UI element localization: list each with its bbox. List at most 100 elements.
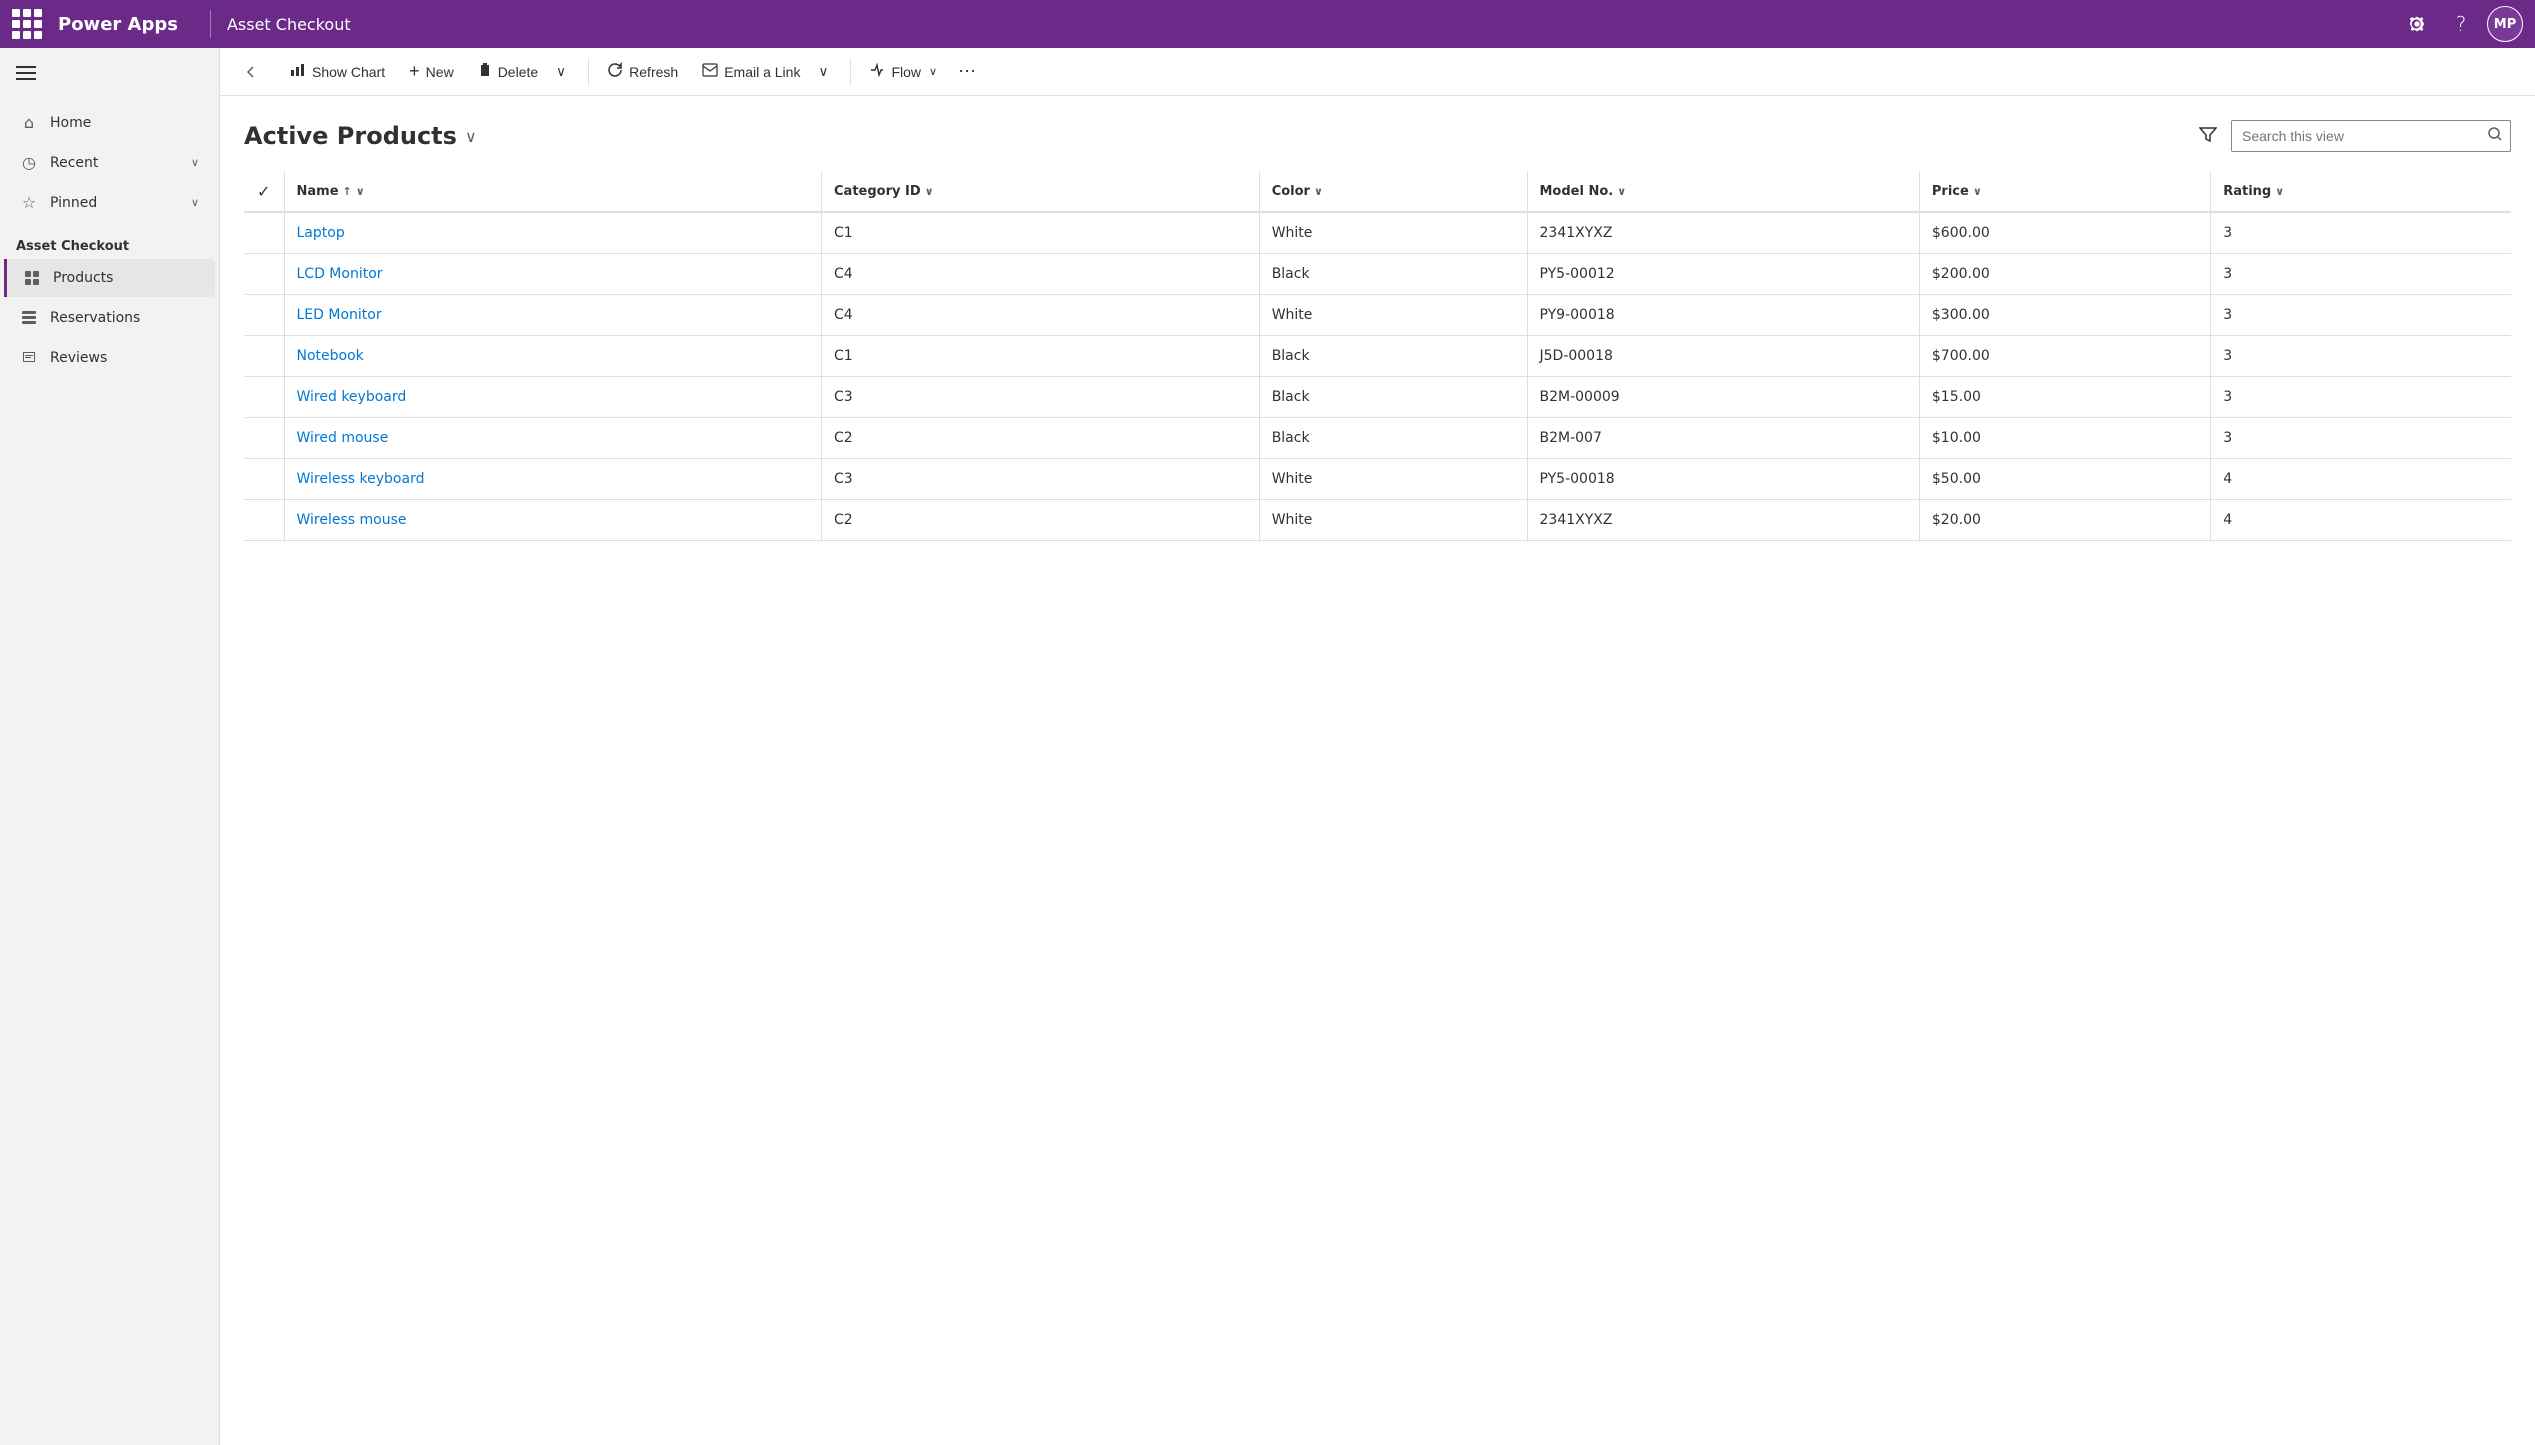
row-name-3[interactable]: Notebook — [284, 336, 822, 377]
row-price-1: $200.00 — [1919, 254, 2210, 295]
row-checkbox-2[interactable] — [244, 295, 284, 336]
sidebar-item-pinned[interactable]: ☆ Pinned ∨ — [4, 183, 215, 222]
back-button[interactable] — [236, 56, 268, 88]
select-all-checkbox[interactable]: ✓ — [257, 182, 270, 201]
email-dropdown-button[interactable]: ∨ — [814, 56, 842, 88]
row-color-6: White — [1259, 459, 1527, 500]
new-button[interactable]: + New — [399, 55, 464, 88]
show-chart-button[interactable]: Show Chart — [280, 56, 395, 88]
products-table: ✓ Name ↑ ∨ Category ID — [244, 172, 2511, 541]
view-content: Active Products ∨ — [220, 96, 2535, 1445]
flow-button[interactable]: Flow ∨ — [859, 56, 947, 88]
show-chart-label: Show Chart — [312, 64, 385, 80]
delete-button[interactable]: Delete — [468, 56, 548, 88]
table-row: Wireless mouse C2 White 2341XYXZ $20.00 … — [244, 500, 2511, 541]
model-chevron-icon[interactable]: ∨ — [1617, 185, 1626, 198]
delete-icon — [478, 62, 492, 82]
products-icon — [23, 269, 41, 287]
row-name-6[interactable]: Wireless keyboard — [284, 459, 822, 500]
sidebar-item-reviews-label: Reviews — [50, 350, 107, 366]
price-chevron-icon[interactable]: ∨ — [1973, 185, 1982, 198]
search-icon[interactable] — [2480, 127, 2510, 145]
row-checkbox-4[interactable] — [244, 377, 284, 418]
sidebar-item-home-label: Home — [50, 115, 91, 131]
view-title: Active Products — [244, 122, 457, 150]
column-header-rating[interactable]: Rating ∨ — [2211, 172, 2511, 212]
row-name-0[interactable]: Laptop — [284, 212, 822, 254]
topbar-right: ? MP — [2399, 6, 2523, 42]
column-header-model-no[interactable]: Model No. ∨ — [1527, 172, 1919, 212]
row-checkbox-7[interactable] — [244, 500, 284, 541]
sidebar-nav: ⌂ Home ◷ Recent ∨ ☆ Pinned ∨ — [0, 98, 219, 227]
checkbox-column-header[interactable]: ✓ — [244, 172, 284, 212]
row-checkbox-6[interactable] — [244, 459, 284, 500]
sidebar-item-recent-label: Recent — [50, 155, 98, 171]
name-chevron-icon[interactable]: ∨ — [356, 185, 365, 198]
row-color-4: Black — [1259, 377, 1527, 418]
column-header-color[interactable]: Color ∨ — [1259, 172, 1527, 212]
color-chevron-icon[interactable]: ∨ — [1314, 185, 1323, 198]
row-model-3: J5D-00018 — [1527, 336, 1919, 377]
row-checkbox-1[interactable] — [244, 254, 284, 295]
search-input[interactable] — [2232, 128, 2480, 144]
row-color-3: Black — [1259, 336, 1527, 377]
help-icon[interactable]: ? — [2443, 6, 2479, 42]
row-color-7: White — [1259, 500, 1527, 541]
more-button[interactable]: ⋯ — [951, 56, 983, 88]
row-name-2[interactable]: LED Monitor — [284, 295, 822, 336]
row-model-6: PY5-00018 — [1527, 459, 1919, 500]
column-header-price[interactable]: Price ∨ — [1919, 172, 2210, 212]
sidebar: ⌂ Home ◷ Recent ∨ ☆ Pinned ∨ Asset Check… — [0, 48, 220, 1445]
row-checkbox-3[interactable] — [244, 336, 284, 377]
row-name-4[interactable]: Wired keyboard — [284, 377, 822, 418]
row-model-5: B2M-007 — [1527, 418, 1919, 459]
top-bar: Power Apps Asset Checkout ? MP — [0, 0, 2535, 48]
row-category-3: C1 — [822, 336, 1260, 377]
email-link-button[interactable]: Email a Link — [692, 57, 810, 87]
apps-grid-icon[interactable] — [12, 9, 42, 39]
column-color-label: Color — [1272, 184, 1310, 199]
column-header-name[interactable]: Name ↑ ∨ — [284, 172, 822, 212]
row-color-0: White — [1259, 212, 1527, 254]
row-price-0: $600.00 — [1919, 212, 2210, 254]
view-title-chevron-icon[interactable]: ∨ — [465, 127, 477, 146]
cmd-divider-2 — [850, 58, 851, 86]
row-price-2: $300.00 — [1919, 295, 2210, 336]
flow-label: Flow — [891, 64, 921, 80]
sidebar-item-home[interactable]: ⌂ Home — [4, 103, 215, 142]
view-header-right — [2195, 120, 2511, 152]
sidebar-item-reservations[interactable]: Reservations — [4, 299, 215, 337]
table-row: LED Monitor C4 White PY9-00018 $300.00 3 — [244, 295, 2511, 336]
row-checkbox-0[interactable] — [244, 212, 284, 254]
delete-dropdown-button[interactable]: ∨ — [552, 56, 580, 88]
row-category-6: C3 — [822, 459, 1260, 500]
table-row: Wireless keyboard C3 White PY5-00018 $50… — [244, 459, 2511, 500]
brand-name[interactable]: Power Apps — [58, 14, 178, 35]
rating-chevron-icon[interactable]: ∨ — [2275, 185, 2284, 198]
refresh-button[interactable]: Refresh — [597, 56, 688, 88]
row-name-1[interactable]: LCD Monitor — [284, 254, 822, 295]
sidebar-item-reviews[interactable]: Reviews — [4, 339, 215, 377]
row-rating-1: 3 — [2211, 254, 2511, 295]
refresh-icon — [607, 62, 623, 82]
row-rating-3: 3 — [2211, 336, 2511, 377]
row-name-5[interactable]: Wired mouse — [284, 418, 822, 459]
row-checkbox-5[interactable] — [244, 418, 284, 459]
user-avatar[interactable]: MP — [2487, 6, 2523, 42]
category-chevron-icon[interactable]: ∨ — [925, 185, 934, 198]
hamburger-menu[interactable] — [0, 48, 219, 98]
settings-icon[interactable] — [2399, 6, 2435, 42]
column-header-category-id[interactable]: Category ID ∨ — [822, 172, 1260, 212]
filter-icon[interactable] — [2195, 122, 2221, 151]
row-model-1: PY5-00012 — [1527, 254, 1919, 295]
table-header-row: ✓ Name ↑ ∨ Category ID — [244, 172, 2511, 212]
sidebar-item-reservations-label: Reservations — [50, 310, 140, 326]
row-name-7[interactable]: Wireless mouse — [284, 500, 822, 541]
sidebar-item-products[interactable]: Products — [4, 259, 215, 297]
column-rating-label: Rating — [2223, 184, 2271, 199]
row-rating-5: 3 — [2211, 418, 2511, 459]
reservations-icon — [20, 309, 38, 327]
sidebar-item-recent[interactable]: ◷ Recent ∨ — [4, 143, 215, 182]
sidebar-item-pinned-label: Pinned — [50, 195, 97, 211]
flow-icon — [869, 62, 885, 82]
